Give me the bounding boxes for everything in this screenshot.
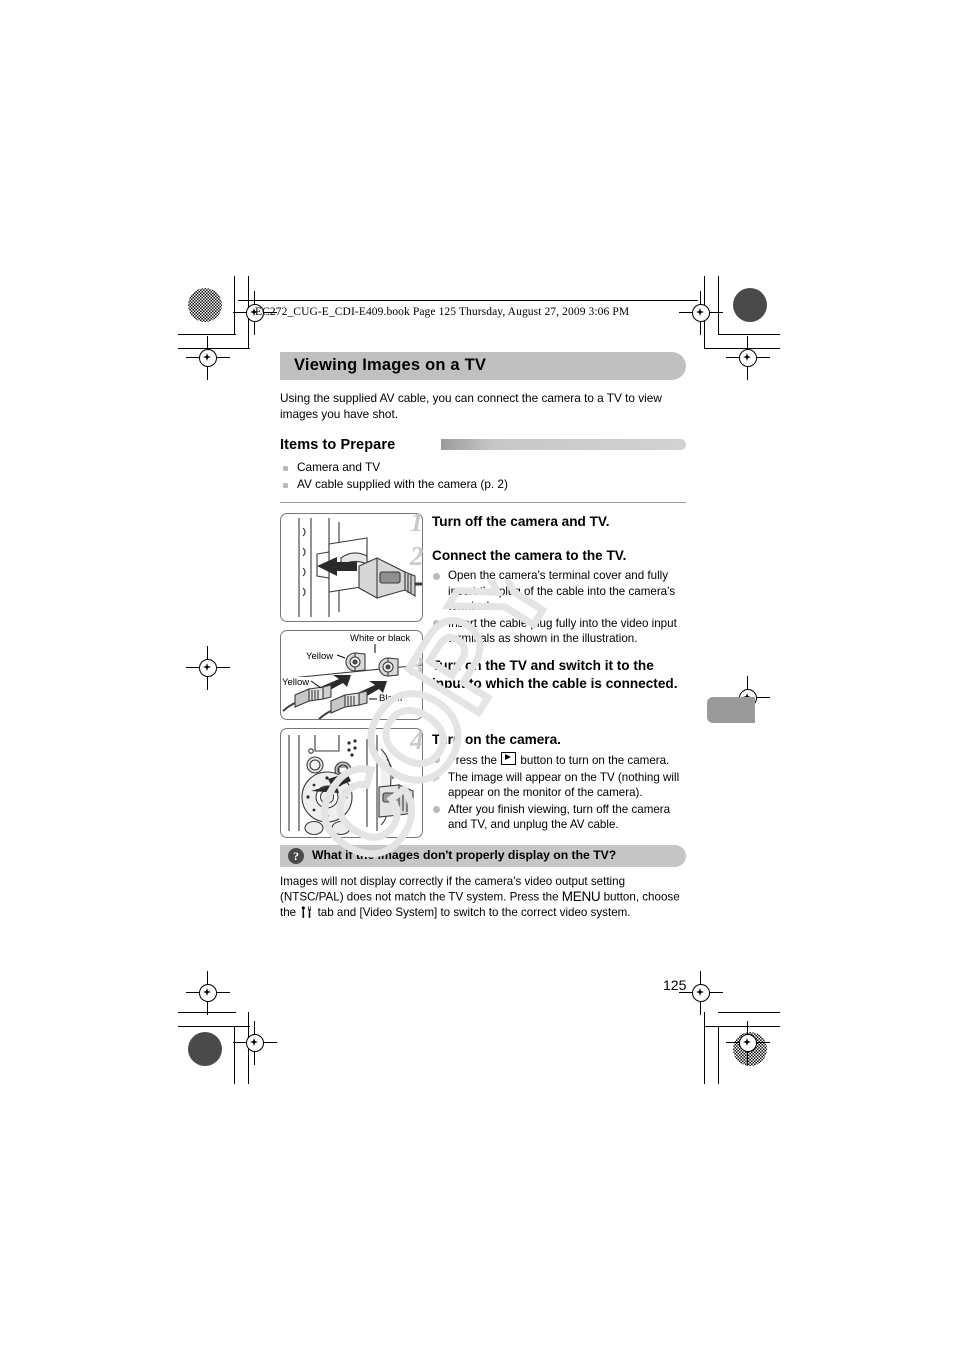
figure-column: White or black Yellow Yellow Black — [280, 513, 423, 846]
note-box: ? What if the images don't properly disp… — [280, 844, 686, 921]
list-item: Open the camera's terminal cover and ful… — [432, 568, 686, 615]
chapter-side-tab — [707, 697, 755, 723]
step-bullets: Open the camera's terminal cover and ful… — [432, 568, 686, 647]
figure-label-black-plug: Black — [378, 693, 404, 704]
note-text-part3: tab and [Video System] to switch to the … — [314, 906, 631, 920]
crop-mark — [718, 1026, 720, 1084]
registration-mark — [186, 971, 230, 1015]
step-number: 2 — [410, 541, 424, 571]
camera-back-illustration — [288, 735, 414, 836]
playback-button-icon — [501, 751, 517, 765]
settings-tools-tab-icon — [300, 906, 313, 919]
page-title: Viewing Images on a TV — [294, 356, 487, 374]
list-item: Insert the cable plug fully into the vid… — [432, 616, 686, 647]
prepare-items-list: Camera and TV AV cable supplied with the… — [280, 459, 686, 493]
solid-density-patch-top-right — [733, 288, 767, 322]
page-number: 125 — [663, 977, 687, 993]
subsection-header: Items to Prepare — [280, 436, 686, 453]
subsection-decorative-bar — [441, 439, 686, 450]
figure-rca-plugs-to-tv-inputs: White or black Yellow Yellow Black — [280, 630, 423, 720]
section-title-bar: Viewing Images on a TV — [280, 352, 686, 380]
figure-label-white-or-black: White or black — [349, 633, 412, 644]
list-item: The image will appear on the TV (nothing… — [432, 770, 686, 801]
section-intro-text: Using the supplied AV cable, you can con… — [280, 391, 662, 421]
registration-mark — [186, 646, 230, 690]
bullet-text-after: button to turn on the camera. — [517, 753, 670, 767]
step-1: 1 Turn off the camera and TV. — [410, 509, 686, 536]
note-box-body: Images will not display correctly if the… — [280, 874, 684, 921]
menu-button-label: MENU — [561, 889, 601, 905]
registration-mark — [726, 336, 770, 380]
rca-connection-illustration — [281, 643, 422, 719]
crop-mark — [234, 276, 236, 334]
registration-mark — [233, 1021, 277, 1065]
solid-density-patch-bottom-left — [188, 1032, 222, 1066]
step-heading: Turn on the camera. — [432, 731, 561, 747]
figure-camera-back-playback-button — [280, 728, 423, 838]
list-item: After you finish viewing, turn off the c… — [432, 802, 686, 833]
figure-label-yellow-plug: Yellow — [281, 677, 311, 688]
subsection-title: Items to Prepare — [280, 437, 396, 453]
figure-label-yellow-jack: Yellow — [305, 651, 335, 662]
file-header-line: EC272_CUG-E_CDI-E409.book Page 125 Thurs… — [255, 306, 630, 318]
list-item: Press the button to turn on the camera. — [432, 751, 686, 769]
registration-mark — [679, 971, 723, 1015]
note-box-title: What if the images don't properly displa… — [312, 848, 617, 863]
crop-mark — [234, 1026, 236, 1084]
step-heading: Connect the camera to the TV. — [432, 548, 627, 563]
step-3: 3 Turn on the TV and switch it to the in… — [410, 652, 686, 693]
step-bullets: Press the button to turn on the camera. … — [432, 751, 686, 833]
note-box-header: ? What if the images don't properly disp… — [280, 844, 686, 867]
crop-mark — [704, 1026, 780, 1028]
instruction-steps-area: White or black Yellow Yellow Black 1 Tur… — [280, 509, 686, 838]
registration-mark — [726, 1021, 770, 1065]
page-body: Viewing Images on a TV Using the supplie… — [280, 352, 686, 921]
crop-mark — [718, 334, 780, 336]
step-heading: Turn on the TV and switch it to the inpu… — [432, 657, 678, 691]
step-number: 1 — [410, 507, 424, 537]
bullet-text-before: Press the — [448, 753, 501, 767]
camera-terminal-illustration — [298, 518, 422, 617]
steps-text-column: 1 Turn off the camera and TV. 2 Connect … — [410, 509, 686, 833]
divider — [280, 502, 686, 503]
list-item: AV cable supplied with the camera (p. 2) — [280, 476, 686, 493]
step-number: 3 — [410, 650, 424, 681]
figure-camera-terminal-cable-insert — [280, 513, 423, 622]
crop-mark — [704, 1012, 706, 1084]
crop-mark — [178, 1026, 250, 1028]
halftone-density-patch-top-left — [188, 288, 222, 322]
registration-mark — [186, 336, 230, 380]
file-header-rule — [238, 300, 698, 301]
step-4: 4 Turn on the camera. Press the button t… — [410, 726, 686, 833]
step-number: 4 — [410, 724, 424, 755]
registration-mark — [679, 291, 723, 335]
crop-mark — [718, 276, 720, 334]
step-heading: Turn off the camera and TV. — [432, 514, 610, 529]
crop-mark — [718, 1012, 780, 1014]
step-2: 2 Connect the camera to the TV. Open the… — [410, 543, 686, 647]
question-mark-icon: ? — [288, 847, 304, 864]
list-item: Camera and TV — [280, 459, 686, 476]
